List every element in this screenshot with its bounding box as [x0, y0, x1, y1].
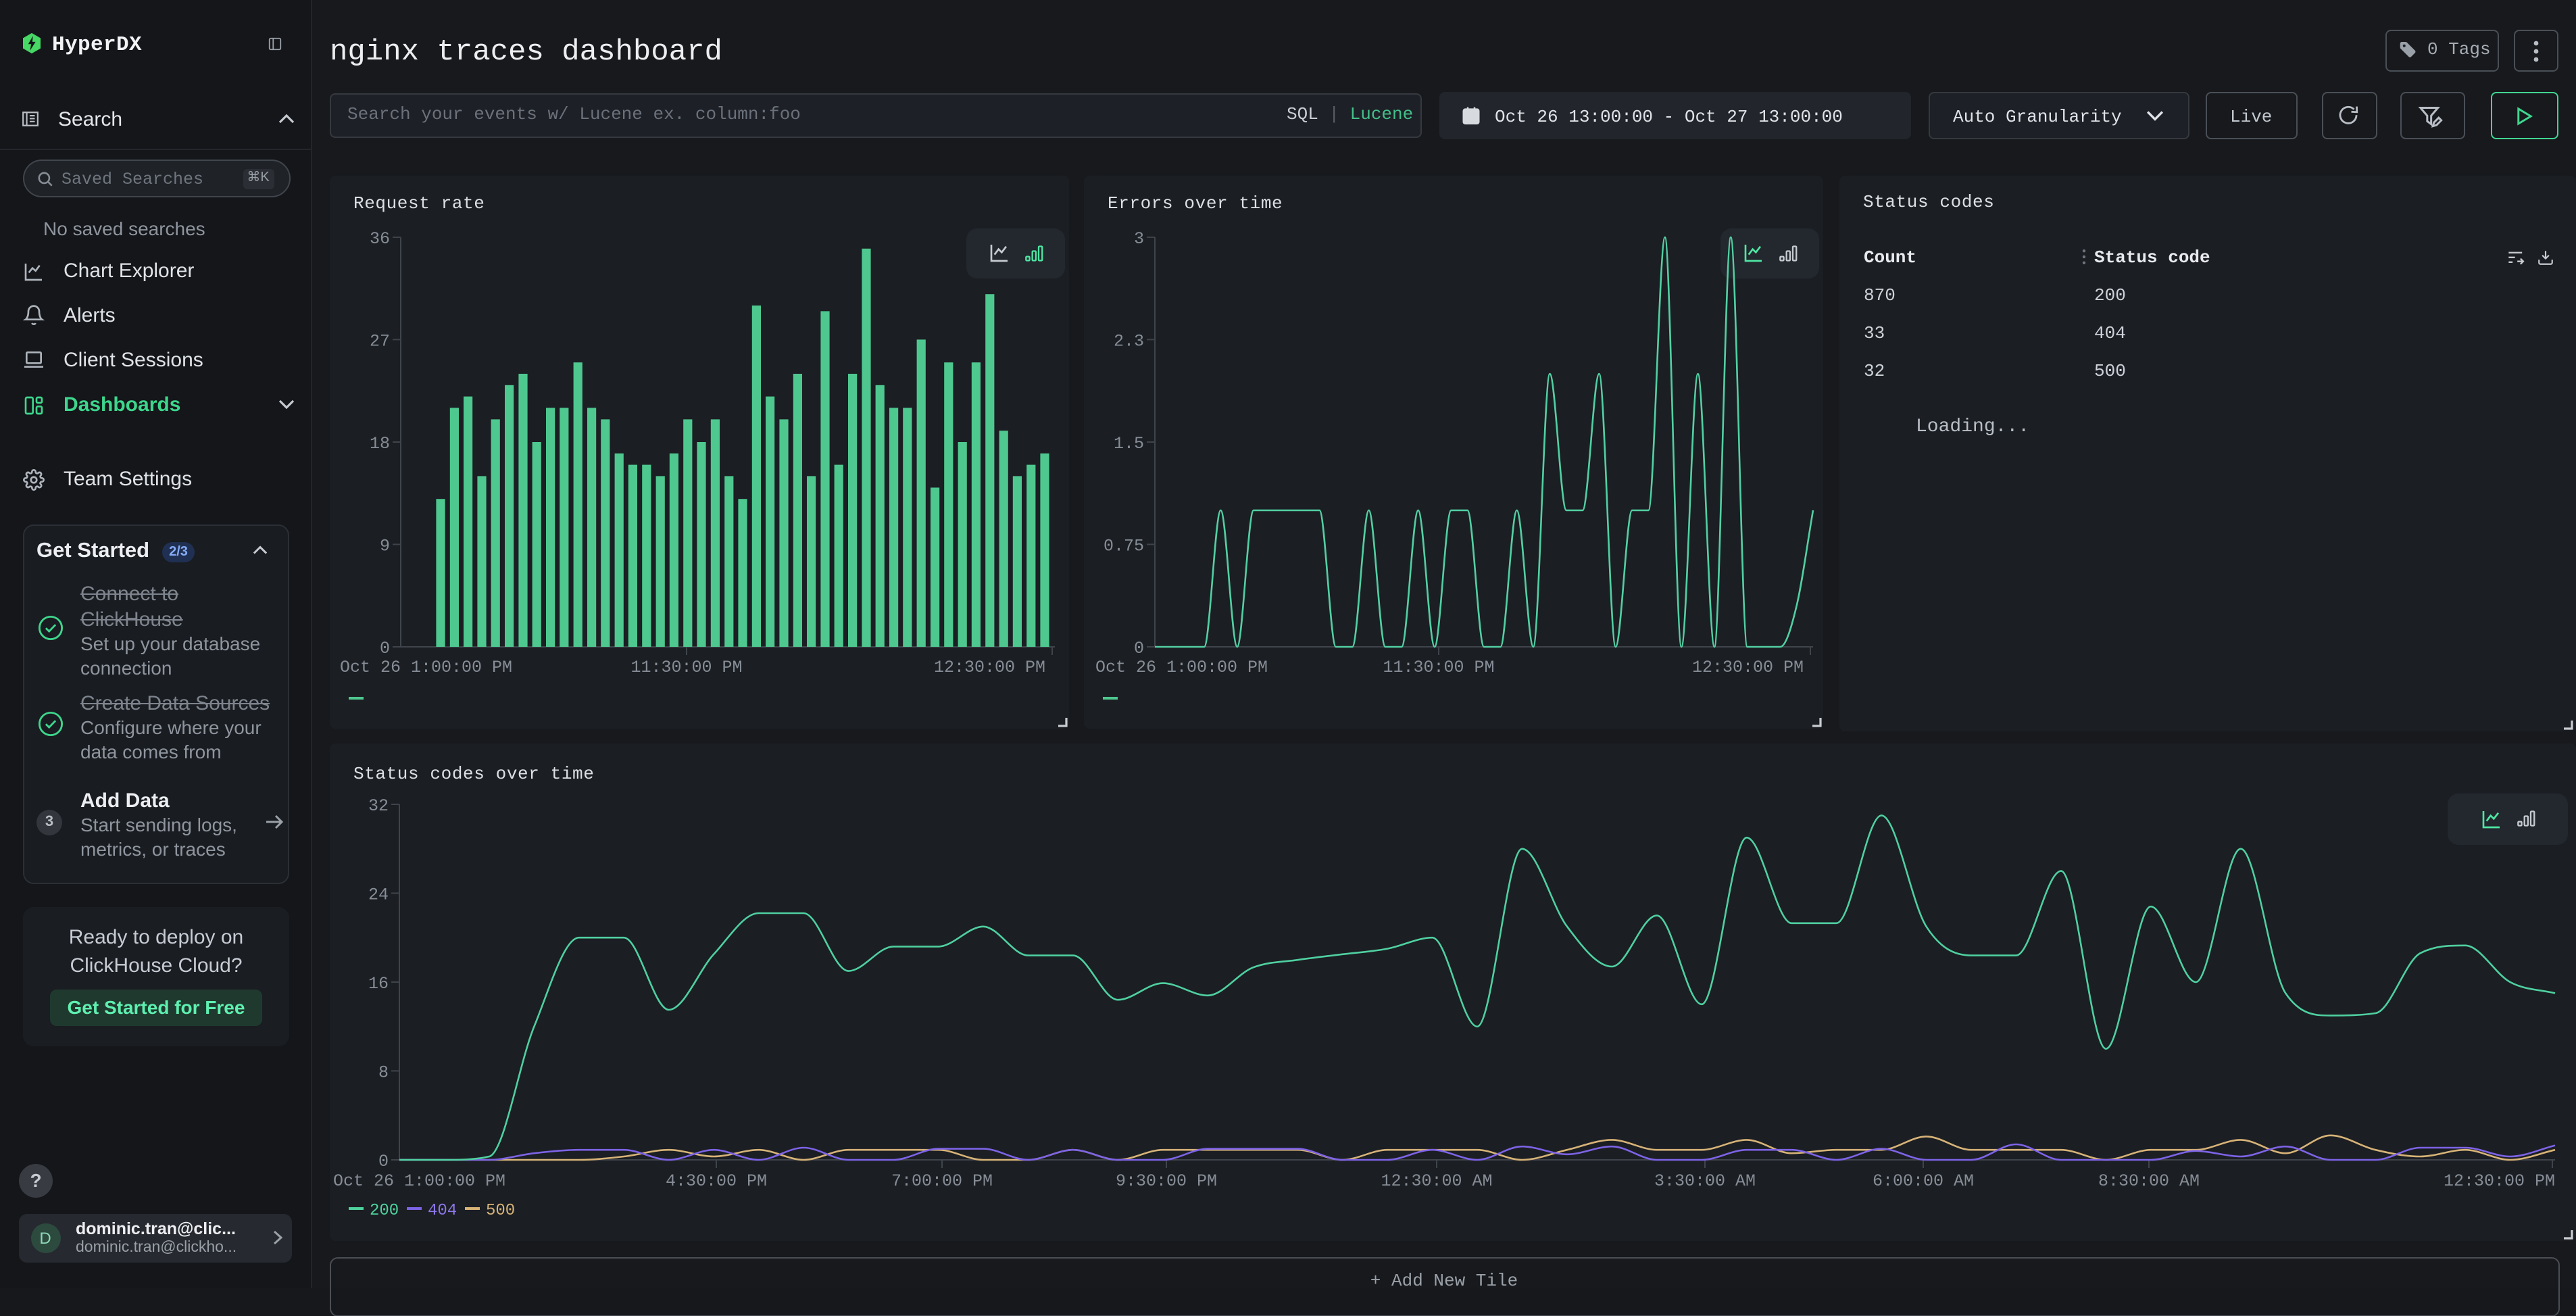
svg-text:4:30:00 PM: 4:30:00 PM	[665, 1171, 766, 1191]
svg-text:36: 36	[369, 228, 389, 248]
svg-text:8:30:00 AM: 8:30:00 AM	[2098, 1171, 2199, 1191]
svg-text:0.75: 0.75	[1103, 535, 1143, 555]
svg-text:0: 0	[378, 1152, 388, 1171]
svg-text:24: 24	[368, 885, 388, 904]
svg-text:1.5: 1.5	[1113, 433, 1143, 453]
svg-text:Oct 26 1:00:00 PM: Oct 26 1:00:00 PM	[339, 657, 512, 677]
svg-text:500: 500	[485, 1202, 514, 1220]
svg-text:9:30:00 PM: 9:30:00 PM	[1115, 1171, 1216, 1191]
svg-text:12:30:00 PM: 12:30:00 PM	[933, 657, 1045, 677]
svg-text:32: 32	[368, 796, 388, 816]
svg-text:Oct 26 1:00:00 PM: Oct 26 1:00:00 PM	[1095, 657, 1267, 677]
svg-text:6:00:00 AM: 6:00:00 AM	[1872, 1171, 1973, 1191]
svg-text:9: 9	[379, 535, 389, 555]
svg-text:11:30:00 PM: 11:30:00 PM	[630, 657, 741, 677]
svg-text:11:30:00 PM: 11:30:00 PM	[1382, 657, 1493, 677]
svg-text:200: 200	[369, 1202, 398, 1220]
svg-text:12:30:00 PM: 12:30:00 PM	[1691, 657, 1803, 677]
svg-text:2.3: 2.3	[1113, 331, 1143, 350]
svg-text:404: 404	[427, 1202, 456, 1220]
svg-text:12:30:00 AM: 12:30:00 AM	[1380, 1171, 1491, 1191]
svg-text:0: 0	[1133, 638, 1143, 658]
svg-text:16: 16	[368, 974, 388, 994]
svg-text:27: 27	[369, 331, 389, 350]
svg-text:Oct 26 1:00:00 PM: Oct 26 1:00:00 PM	[332, 1171, 505, 1191]
svg-text:3:30:00 AM: 3:30:00 AM	[1654, 1171, 1755, 1191]
svg-text:18: 18	[369, 433, 389, 453]
svg-text:7:00:00 PM: 7:00:00 PM	[891, 1171, 992, 1191]
svg-text:8: 8	[378, 1063, 388, 1082]
svg-text:0: 0	[379, 638, 389, 658]
svg-text:3: 3	[1133, 228, 1143, 248]
svg-text:12:30:00 PM: 12:30:00 PM	[2443, 1171, 2554, 1191]
